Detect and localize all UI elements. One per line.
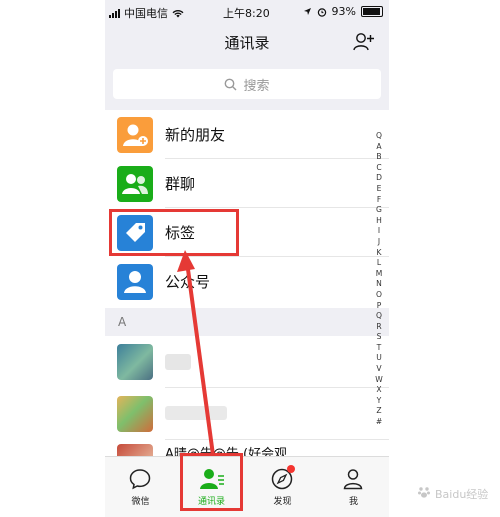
watermark: Baidu经验 [395, 483, 500, 517]
annotation-arrow [177, 250, 215, 456]
watermark-text: Baidu经验 [435, 488, 489, 501]
paw-icon [418, 487, 430, 498]
